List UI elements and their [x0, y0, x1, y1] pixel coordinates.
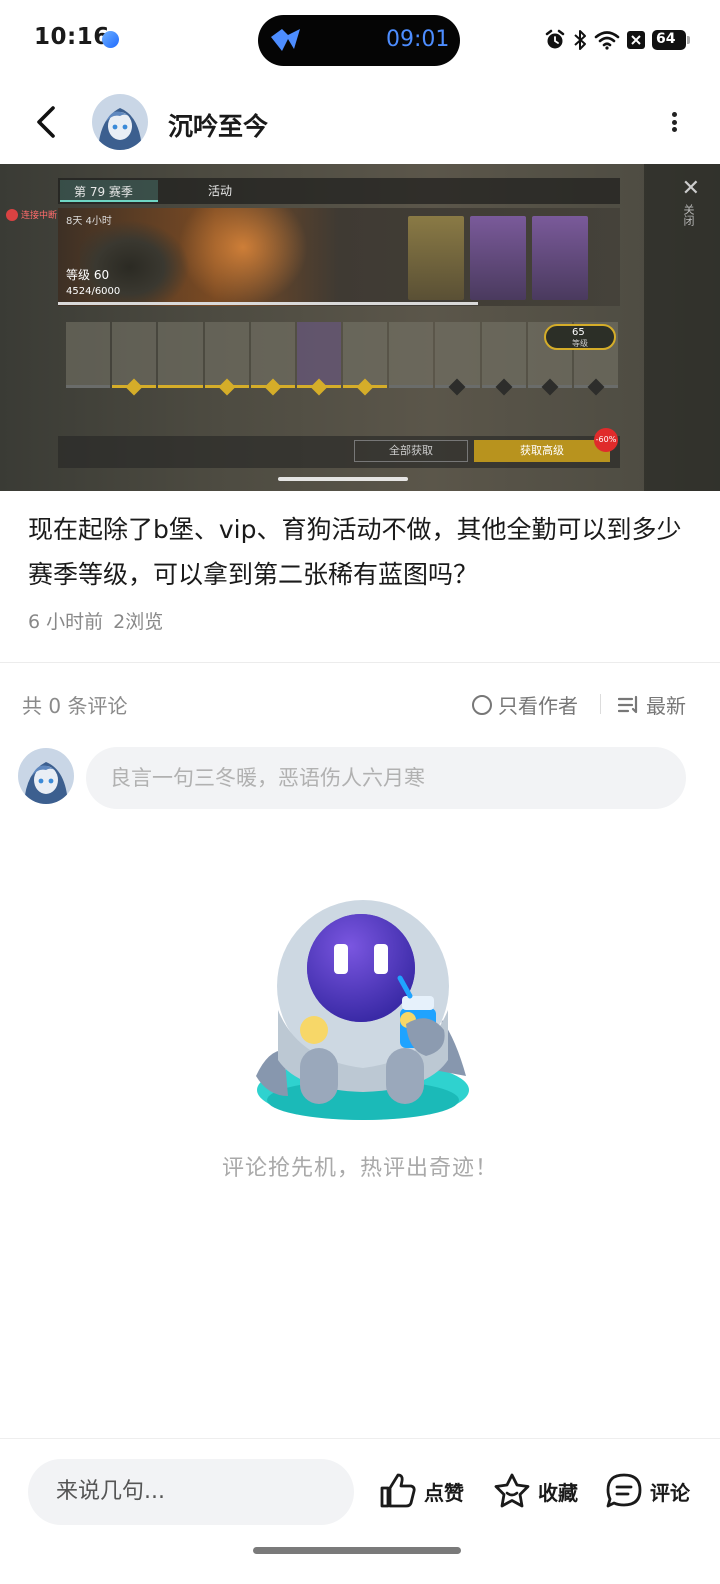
- reward-slot: [343, 322, 388, 396]
- favorite-label: 收藏: [538, 1480, 578, 1505]
- battery-level: 64: [656, 31, 676, 47]
- thumbs-up-icon: [380, 1473, 416, 1508]
- comment-button[interactable]: 评论: [604, 1469, 690, 1513]
- home-indicator[interactable]: [253, 1547, 461, 1554]
- only-author-toggle[interactable]: 只看作者: [472, 690, 578, 719]
- season-tab: 第 79 赛季: [60, 180, 158, 202]
- sort-icon: [618, 695, 638, 713]
- network-warning-text: 连接中断: [21, 211, 58, 221]
- island-time: 09:01: [386, 27, 450, 52]
- season-timer: 8天 4小时: [66, 216, 112, 227]
- comments-count: 共 0 条评论: [22, 694, 128, 718]
- divider: [0, 662, 720, 663]
- activity-tab: 活动: [208, 184, 233, 198]
- alarm-icon: [545, 29, 565, 49]
- reward-slot: [112, 322, 157, 396]
- status-icons: 64: [544, 27, 690, 53]
- media-page-indicator: [278, 477, 408, 481]
- battery-icon: 64: [652, 30, 690, 50]
- claim-all-button: 全部获取: [354, 440, 468, 462]
- empty-state-robot-illustration: [256, 900, 469, 1120]
- avatar-image: [18, 748, 74, 804]
- season-pass-panel: 第 79 赛季 活动 8天 4小时 等级 60 4524/6000 65 等级 …: [58, 178, 620, 470]
- sort-label: 最新: [646, 694, 686, 718]
- network-warning: 连接中断: [6, 208, 57, 221]
- reward-slot: [158, 322, 203, 388]
- reward-slot: [66, 322, 111, 388]
- game-footer: 全部获取 获取高级 -60%: [58, 428, 620, 468]
- wifi-icon: [594, 31, 620, 50]
- game-tabbar: 第 79 赛季 活动: [58, 178, 620, 204]
- post-image[interactable]: 连接中断 第 79 赛季 活动 8天 4小时 等级 60 4524/6000 6…: [0, 164, 720, 491]
- reward-weapon-card: [470, 216, 526, 300]
- discount-badge: -60%: [594, 428, 618, 452]
- empty-state-text: 评论抢先机，热评出奇迹！: [221, 1156, 498, 1181]
- reward-slot: [296, 322, 342, 396]
- reward-bag-card: [532, 216, 588, 300]
- radio-circle-icon: [472, 694, 492, 715]
- author-avatar[interactable]: [92, 94, 148, 150]
- status-bar: 10:16 09:01 64: [0, 0, 720, 80]
- more-dot-icon: [671, 112, 677, 117]
- reward-slot: [250, 322, 295, 396]
- app-logo-icon: [271, 29, 300, 51]
- more-options-button[interactable]: [664, 106, 684, 138]
- like-button[interactable]: 点赞: [378, 1469, 464, 1513]
- close-label: 关闭: [682, 204, 695, 226]
- post-text: 现在起除了b堡、vip、育狗活动不做，其他全勤可以到多少赛季等级，可以拿到第二张…: [28, 515, 682, 589]
- comment-input[interactable]: 良言一句三冬暖，恶语伤人六月寒: [86, 747, 686, 809]
- divider: [600, 694, 601, 714]
- reward-slot: [204, 322, 249, 396]
- post-detail-page: 10:16 09:01 64 沉吟至今 连接中断 第 79 赛季 活动 8天 4…: [0, 0, 720, 1584]
- sort-newest-button[interactable]: 最新: [618, 690, 686, 719]
- more-dot-icon: [671, 119, 677, 125]
- season-banner: 8天 4小时 等级 60 4524/6000: [58, 208, 620, 306]
- reward-slot: [435, 322, 480, 396]
- reward-slot: [481, 322, 526, 396]
- xp-progress-bar: [58, 302, 478, 305]
- next-level-badge: 65 等级: [544, 324, 616, 350]
- bluetooth-icon: [574, 30, 586, 50]
- avatar-image: [92, 94, 148, 150]
- back-button[interactable]: [26, 98, 66, 146]
- next-level-value: 65: [572, 327, 585, 338]
- status-time: 10:16: [34, 24, 110, 50]
- author-name[interactable]: 沉吟至今: [168, 107, 268, 143]
- chevron-left-icon: [37, 106, 55, 138]
- comment-label: 评论: [650, 1480, 690, 1505]
- post-header: 沉吟至今: [0, 80, 720, 164]
- post-views: 2浏览: [113, 611, 164, 633]
- reply-input[interactable]: 来说几句...: [28, 1459, 354, 1525]
- more-dot-icon: [671, 127, 677, 132]
- only-author-label: 只看作者: [498, 694, 578, 718]
- comments-header: 共 0 条评论 只看作者 最新: [22, 690, 690, 720]
- favorite-button[interactable]: 收藏: [492, 1469, 578, 1513]
- my-avatar[interactable]: [18, 748, 74, 804]
- reward-track: [66, 322, 619, 396]
- bottom-action-bar: 来说几句... 点赞 收藏 评论: [0, 1438, 720, 1584]
- next-level-label: 等级: [572, 339, 588, 348]
- close-icon: ✕: [681, 176, 700, 201]
- like-label: 点赞: [424, 1480, 464, 1505]
- comment-bubble-icon: [606, 1473, 642, 1508]
- reward-filter-card: [408, 216, 464, 300]
- post-meta: 6 小时前 2浏览: [28, 607, 163, 634]
- season-xp: 4524/6000: [66, 286, 121, 297]
- notification-icon: [627, 31, 645, 49]
- banner-fire: [178, 208, 308, 306]
- season-level: 等级 60: [66, 268, 110, 282]
- unlock-advanced-button: 获取高级: [474, 440, 610, 462]
- star-icon: [494, 1473, 530, 1508]
- game-side-strip: ✕ 关闭: [644, 164, 720, 491]
- reward-slot: [389, 322, 434, 388]
- warning-dot-icon: [6, 208, 18, 221]
- post-time: 6 小时前: [28, 611, 104, 633]
- app-notification-icon: [102, 31, 119, 48]
